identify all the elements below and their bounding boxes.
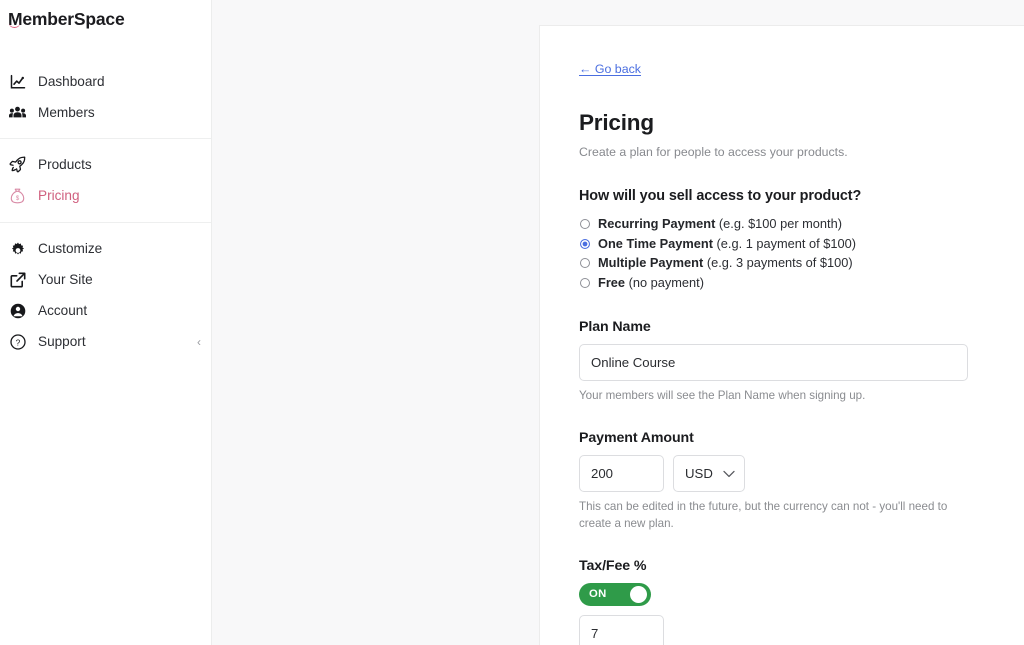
pricing-card-inner: ← Go back Pricing Create a plan for peop…: [540, 26, 1024, 645]
brand-logo-rest: emberSpace: [22, 9, 124, 29]
tax-fee-toggle[interactable]: ON: [579, 583, 651, 606]
sidebar-item-label: Support: [38, 335, 86, 349]
sidebar-group-primary: Dashboard Members: [0, 66, 211, 138]
radio-label-example: (no payment): [629, 275, 704, 290]
currency-select-value: USD: [685, 466, 713, 481]
radio-label-example: (e.g. 1 payment of $100): [717, 236, 856, 251]
radio-free[interactable]: Free (no payment): [580, 273, 984, 293]
go-back-link[interactable]: ← Go back: [579, 62, 641, 76]
radio-label: Free (no payment): [598, 277, 704, 290]
money-bag-icon: $: [9, 187, 26, 204]
radio-label-name: Recurring Payment: [598, 216, 715, 231]
radio-label-name: Free: [598, 275, 625, 290]
app-root: MemberSpace Dashboard: [0, 0, 1024, 645]
question-circle-icon: ?: [9, 333, 26, 350]
chart-line-icon: [9, 73, 26, 90]
radio-indicator[interactable]: [580, 239, 590, 249]
radio-multiple-payment[interactable]: Multiple Payment (e.g. 3 payments of $10…: [580, 254, 984, 274]
radio-indicator[interactable]: [580, 219, 590, 229]
sidebar-item-products[interactable]: Products: [0, 149, 211, 180]
sidebar-group-catalog: Products $ Pricing: [0, 138, 211, 222]
page-subtitle: Create a plan for people to access your …: [579, 145, 984, 161]
currency-select[interactable]: USD: [673, 455, 745, 492]
sidebar-item-label: Your Site: [38, 273, 93, 287]
sidebar-item-label: Members: [38, 106, 95, 120]
radio-label-name: Multiple Payment: [598, 255, 703, 270]
sidebar-item-label: Dashboard: [38, 75, 105, 89]
gear-icon: [9, 240, 26, 257]
radio-label: One Time Payment (e.g. 1 payment of $100…: [598, 238, 856, 251]
radio-label-example: (e.g. 3 payments of $100): [707, 255, 853, 270]
plan-name-label: Plan Name: [579, 319, 984, 335]
radio-recurring-payment[interactable]: Recurring Payment (e.g. $100 per month): [580, 215, 984, 235]
radio-label: Multiple Payment (e.g. 3 payments of $10…: [598, 257, 853, 270]
tax-fee-label: Tax/Fee %: [579, 558, 984, 574]
sidebar: MemberSpace Dashboard: [0, 0, 212, 645]
sidebar-item-your-site[interactable]: Your Site: [0, 264, 211, 295]
svg-text:?: ?: [15, 337, 20, 347]
sidebar-item-label: Products: [38, 158, 92, 172]
brand-logo-m: M: [8, 9, 22, 30]
user-circle-icon: [9, 302, 26, 319]
radio-indicator[interactable]: [580, 258, 590, 268]
tax-fee-toggle-label: ON: [589, 589, 607, 600]
payment-amount-helper: This can be edited in the future, but th…: [579, 499, 967, 532]
radio-one-time-payment[interactable]: One Time Payment (e.g. 1 payment of $100…: [580, 234, 984, 254]
chevron-down-icon: [723, 470, 735, 478]
sidebar-item-pricing[interactable]: $ Pricing: [0, 180, 211, 211]
payment-amount-input[interactable]: [579, 455, 664, 492]
sidebar-item-account[interactable]: Account: [0, 295, 211, 326]
sidebar-item-dashboard[interactable]: Dashboard: [0, 66, 211, 97]
svg-text:$: $: [16, 196, 20, 202]
payment-type-radio-group: Recurring Payment (e.g. $100 per month) …: [580, 215, 984, 293]
external-link-icon: [9, 271, 26, 288]
page-title: Pricing: [579, 111, 984, 136]
sidebar-item-label: Pricing: [38, 189, 80, 203]
radio-label-example: (e.g. $100 per month): [719, 216, 842, 231]
pricing-card: ← Go back Pricing Create a plan for peop…: [539, 25, 1024, 645]
brand-logo-text: MemberSpace: [8, 9, 124, 30]
sidebar-group-settings: Customize Your Site: [0, 222, 211, 357]
rocket-icon: [9, 156, 26, 173]
payment-amount-row: USD: [579, 455, 984, 492]
sidebar-item-support[interactable]: ? Support ‹: [0, 326, 211, 357]
brand-logo[interactable]: MemberSpace: [0, 4, 211, 34]
people-group-icon: [9, 104, 26, 121]
content-area: ← Go back Pricing Create a plan for peop…: [212, 0, 1024, 645]
chevron-left-icon[interactable]: ‹: [197, 336, 201, 348]
sidebar-item-customize[interactable]: Customize: [0, 233, 211, 264]
sidebar-item-label: Customize: [38, 242, 102, 256]
sidebar-item-members[interactable]: Members: [0, 97, 211, 128]
radio-indicator[interactable]: [580, 278, 590, 288]
payment-amount-field-block: Payment Amount USD This can be edited in…: [579, 430, 984, 532]
plan-name-helper: Your members will see the Plan Name when…: [579, 388, 967, 405]
tax-fee-field-block: Tax/Fee % ON This is optional. The Tax/F…: [579, 558, 984, 645]
plan-name-field-block: Plan Name Your members will see the Plan…: [579, 319, 984, 405]
payment-amount-label: Payment Amount: [579, 430, 984, 446]
tax-fee-input[interactable]: [579, 615, 664, 645]
tax-fee-toggle-knob: [630, 586, 647, 603]
sidebar-item-label: Account: [38, 304, 87, 318]
plan-name-input[interactable]: [579, 344, 968, 381]
radio-label-name: One Time Payment: [598, 236, 713, 251]
sell-access-question: How will you sell access to your product…: [579, 188, 984, 204]
radio-label: Recurring Payment (e.g. $100 per month): [598, 218, 842, 231]
